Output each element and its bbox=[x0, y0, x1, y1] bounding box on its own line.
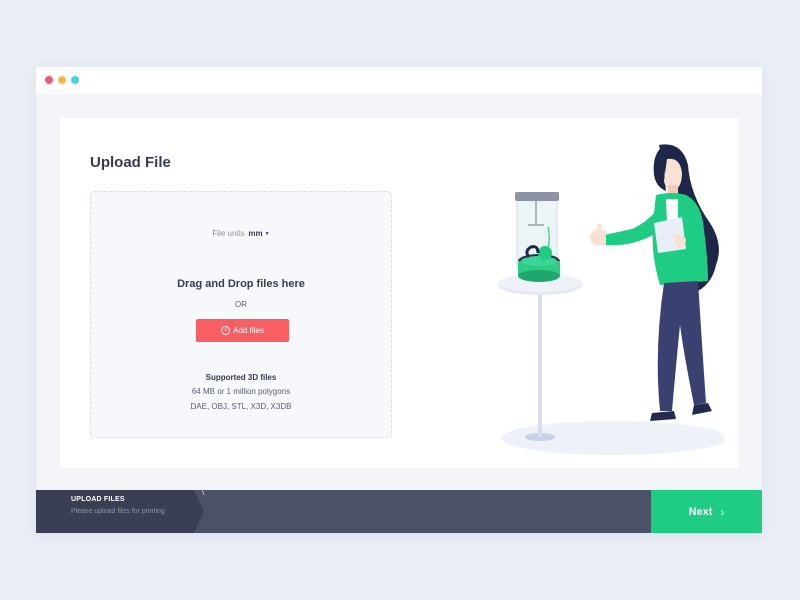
maximize-window-dot[interactable] bbox=[71, 76, 79, 84]
next-label: Next bbox=[688, 505, 713, 518]
drag-drop-text: Drag and Drop files here bbox=[177, 278, 305, 290]
file-units-label: File units bbox=[212, 229, 245, 238]
caret-down-icon[interactable]: ▼ bbox=[265, 231, 270, 237]
plus-circle-icon: + bbox=[221, 326, 231, 335]
page-title: Upload File bbox=[90, 154, 171, 171]
add-files-label: Add files bbox=[233, 326, 264, 335]
file-units-selector[interactable]: File units mm ▼ bbox=[91, 229, 391, 238]
add-files-button[interactable]: + Add files bbox=[196, 319, 289, 342]
wizard-footer: UPLOAD FILES Please upload files for pri… bbox=[36, 490, 762, 533]
file-units-value[interactable]: mm bbox=[248, 229, 262, 238]
or-separator: OR bbox=[235, 300, 247, 309]
supported-files-limit: 64 MB or 1 million polygons bbox=[191, 387, 291, 396]
printer-illustration bbox=[498, 144, 724, 455]
chevron-right-icon: › bbox=[720, 504, 725, 519]
window-titlebar bbox=[36, 67, 762, 94]
app-window: Upload File File units mm ▼ Drag and Drop … bbox=[36, 67, 762, 533]
supported-files-title: Supported 3D files bbox=[205, 373, 277, 382]
next-button[interactable]: Next › bbox=[651, 490, 762, 533]
upload-card: Upload File File units mm ▼ Drag and Drop … bbox=[60, 118, 738, 468]
minimize-window-dot[interactable] bbox=[58, 76, 66, 84]
current-step-label: UPLOAD FILES bbox=[71, 496, 125, 503]
supported-files-formats: DAE, OBJ, STL, X3D, X3DB bbox=[190, 402, 292, 411]
close-window-dot[interactable] bbox=[45, 76, 53, 84]
current-step-hint: Please upload files for printing bbox=[71, 508, 165, 515]
file-dropzone[interactable]: File units mm ▼ Drag and Drop files here O… bbox=[90, 191, 392, 438]
